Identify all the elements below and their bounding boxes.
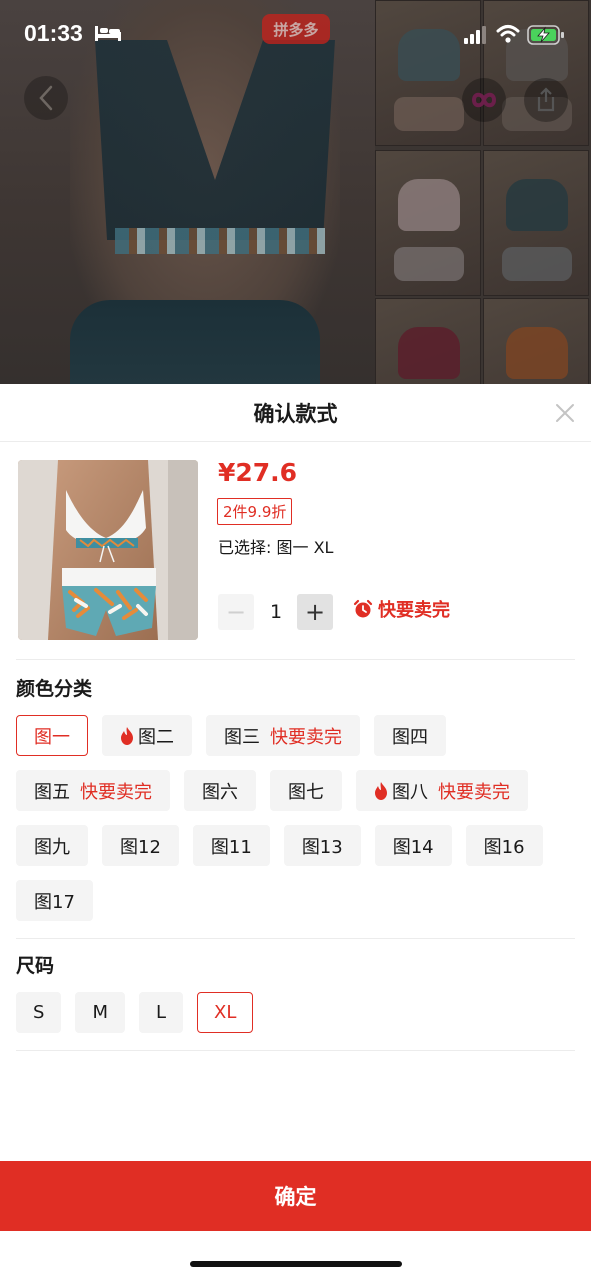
price: ¥27.6 [218,458,298,487]
sellout-tag: 快要卖完 [270,726,342,748]
sellout-text: 快要卖完 [378,600,450,621]
size-option-label: M [92,1002,108,1023]
color-option[interactable]: 图八 快要卖完 [356,770,528,811]
gallery-thumb [483,150,589,296]
sellout-tag: 快要卖完 [80,781,152,803]
color-option-label: 图13 [301,836,343,858]
color-option[interactable]: 图三 快要卖完 [206,715,360,756]
color-option-label: 图四 [392,726,428,748]
color-option[interactable]: 图11 [192,825,270,866]
size-option[interactable]: L [138,992,183,1033]
color-option-label: 图17 [34,891,75,913]
status-time: 01:33 [24,20,83,46]
quantity-decrease-button[interactable]: − [218,594,254,630]
wifi-icon [496,25,520,43]
live-badge-button[interactable] [462,78,506,122]
color-section: 颜色分类 图一 图二 图三 快要卖完 图四 图五 快要卖完 图六 图七 图八 快要卖完 图九 图12 图1… [16,674,575,939]
color-option[interactable]: 图六 [184,770,256,811]
color-option-label: 图12 [120,836,161,858]
color-option-label: 图二 [138,726,174,748]
color-option-label: 图一 [34,726,70,748]
gallery-thumb [375,298,481,384]
size-option[interactable]: S [16,992,62,1033]
color-option-label: 图14 [392,836,434,858]
color-option[interactable]: 图14 [374,825,452,866]
color-option-label: 图六 [202,781,238,803]
back-button[interactable] [24,76,68,120]
color-option-label: 图16 [483,836,525,858]
home-indicator [190,1261,402,1267]
flame-icon [120,726,134,745]
color-option-label: 图八 [392,781,428,803]
swimsuit-image [18,460,198,640]
share-icon [537,87,555,112]
sellout-notice: 快要卖完 [353,596,450,622]
color-section-title: 颜色分类 [16,678,93,700]
status-bar: 01:33 [0,0,591,70]
gallery-thumb [483,298,589,384]
sheet-title: 确认款式 [253,401,338,426]
sheet-header: 确认款式 [0,384,591,442]
size-option-label: XL [214,1002,237,1023]
color-option[interactable]: 图13 [283,825,361,866]
color-option[interactable]: 图五 快要卖完 [16,770,170,811]
sellout-tag: 快要卖完 [438,781,510,803]
color-option[interactable]: 图17 [16,880,93,921]
color-option[interactable]: 图九 [16,825,88,866]
bed-icon [95,26,121,41]
live-icon [471,92,497,108]
product-thumbnail [18,460,198,640]
signal-icon [464,26,486,44]
color-option[interactable]: 图七 [270,770,342,811]
battery-icon [527,25,564,45]
quantity-value[interactable]: 1 [259,594,293,630]
confirm-button[interactable]: 确定 [0,1161,591,1231]
size-options: S M L XL [16,992,575,1033]
color-option[interactable]: 图二 [102,715,192,756]
color-option-label: 图五 [34,781,70,803]
size-section-title: 尺码 [16,955,55,977]
close-icon[interactable] [553,401,577,425]
product-summary: ¥27.6 2件9.9折 已选择: 图一 XL − 1 + 快要卖完 [16,442,575,660]
size-option-label: L [155,1002,166,1023]
color-option-label: 图11 [210,836,252,858]
size-option[interactable]: M [75,992,125,1033]
color-option[interactable]: 图四 [374,715,446,756]
color-option-label: 图七 [288,781,324,803]
size-section: 尺码 S M L XL [16,951,575,1051]
color-option-label: 图九 [34,836,70,858]
alarm-clock-icon [353,599,373,618]
discount-badge: 2件9.9折 [217,498,293,525]
size-option[interactable]: XL [197,992,254,1033]
color-option-label: 图三 [224,726,260,748]
color-options: 图一 图二 图三 快要卖完 图四 图五 快要卖完 图六 图七 图八 快要卖完 图九 图12 图11 图13 图… [16,715,575,921]
back-arrow-icon [39,85,53,111]
sku-selection-sheet: 确认款式 ¥27.6 2件9.9折 已选择: 图一 XL − 1 + 快要卖完 … [0,384,591,1280]
quantity-increase-button[interactable]: + [297,594,333,630]
share-button[interactable] [524,78,568,122]
flame-icon [374,781,388,800]
color-option[interactable]: 图12 [102,825,179,866]
color-option[interactable]: 图一 [16,715,88,756]
color-option[interactable]: 图16 [465,825,543,866]
selected-summary: 已选择: 图一 XL [218,538,334,557]
gallery-thumb [375,150,481,296]
size-option-label: S [33,1002,45,1023]
